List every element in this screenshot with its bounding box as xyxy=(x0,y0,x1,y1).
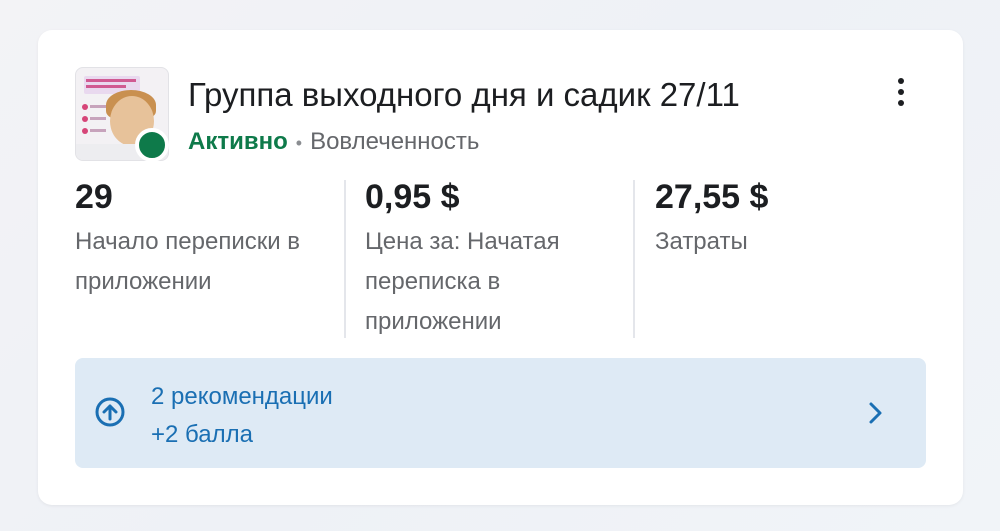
metric-value: 29 xyxy=(75,178,113,216)
thumbnail-text-line xyxy=(86,85,126,88)
chevron-right-icon[interactable] xyxy=(865,400,885,426)
thumbnail-text-line xyxy=(86,79,136,82)
recommendations-count: 2 рекомендации xyxy=(151,383,333,410)
active-status-dot xyxy=(135,128,169,162)
metric-label: Начало переписки в приложении xyxy=(75,228,301,295)
more-dot xyxy=(898,89,904,95)
objective-label: Вовлеченность xyxy=(310,128,480,155)
metric-spend: 27,55 $ Затраты xyxy=(655,180,905,262)
thumbnail-bullet xyxy=(82,128,88,134)
thumbnail-bullet xyxy=(82,116,88,122)
thumbnail-text-line xyxy=(90,129,106,132)
more-vertical-icon[interactable] xyxy=(886,74,916,110)
recommendations-score: +2 балла xyxy=(151,421,253,448)
thumbnail-text-line xyxy=(90,117,106,120)
status-line: Активно • Вовлеченность xyxy=(188,128,479,156)
status-separator: • xyxy=(295,133,303,153)
metric-conversations: 29 Начало переписки в приложении xyxy=(75,180,345,302)
metric-cost-per: 0,95 $ Цена за: Начатая переписка в прил… xyxy=(365,180,615,342)
status-label: Активно xyxy=(188,128,288,155)
metric-label: Цена за: Начатая переписка в приложении xyxy=(365,228,560,335)
metric-divider xyxy=(633,180,635,338)
thumbnail-text-line xyxy=(90,105,106,108)
more-dot xyxy=(898,100,904,106)
more-dot xyxy=(898,78,904,84)
ad-card[interactable]: Группа выходного дня и садик 27/11 Актив… xyxy=(38,30,963,505)
metric-value: 27,55 $ xyxy=(655,178,769,216)
recommendations-text: 2 рекомендации +2 балла xyxy=(151,378,333,454)
metric-divider xyxy=(344,180,346,338)
metric-label: Затраты xyxy=(655,228,748,255)
arrow-up-circle-icon xyxy=(95,397,125,427)
recommendations-banner[interactable]: 2 рекомендации +2 балла xyxy=(75,358,926,468)
metric-value: 0,95 $ xyxy=(365,178,460,216)
ad-title[interactable]: Группа выходного дня и садик 27/11 xyxy=(188,76,740,114)
thumbnail-bullet xyxy=(82,104,88,110)
